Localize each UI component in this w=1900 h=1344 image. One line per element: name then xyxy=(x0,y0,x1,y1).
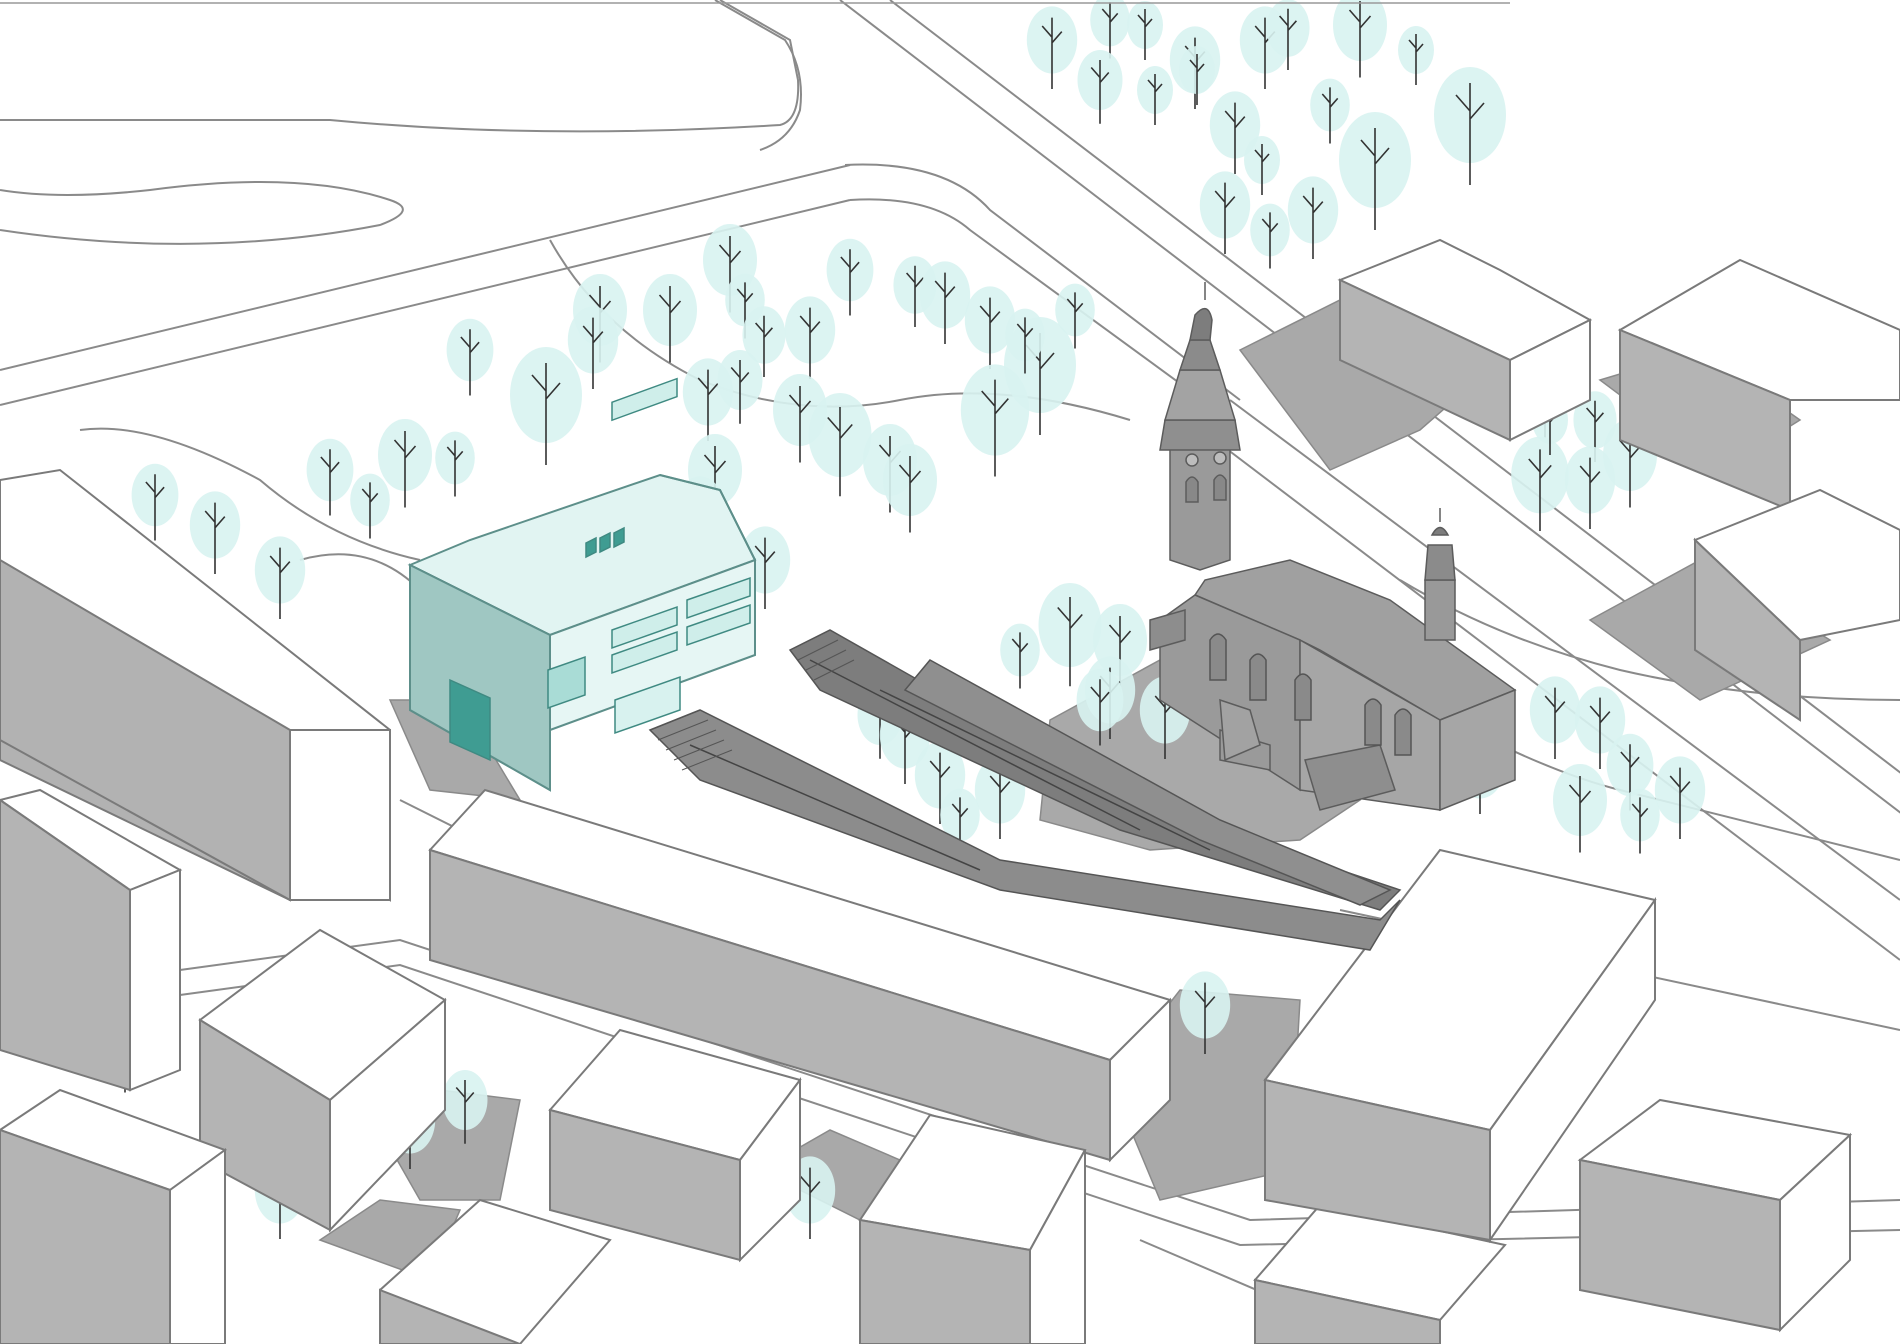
church-main-tower xyxy=(1159,282,1241,571)
tree-icon xyxy=(1287,176,1339,259)
tree-icon xyxy=(1654,756,1706,839)
tree-icon xyxy=(446,318,494,396)
tree-icon xyxy=(306,438,354,516)
block-building-left-3 xyxy=(0,1088,228,1344)
tree-icon xyxy=(1000,623,1040,689)
tree-icon xyxy=(826,238,874,316)
axonometric-site-diagram xyxy=(0,0,1900,1344)
block-building-left-2 xyxy=(198,928,447,1233)
block-building-lower-1 xyxy=(548,1028,802,1263)
tree-icon xyxy=(1553,764,1607,853)
block-building-lower-2 xyxy=(858,1113,1087,1344)
tree-icon xyxy=(1333,0,1387,78)
tree-icon xyxy=(510,347,582,465)
tree-icon xyxy=(1127,1,1163,60)
tree-icon xyxy=(808,393,872,497)
tree-icon xyxy=(1310,78,1350,144)
tree-icon xyxy=(883,444,937,533)
tree-icon xyxy=(784,296,836,379)
tree-icon xyxy=(1137,66,1173,125)
tree-icon xyxy=(1090,0,1130,59)
tree-icon xyxy=(1179,46,1215,105)
tree-icon xyxy=(1564,446,1616,529)
block-building-right-lower xyxy=(1577,1098,1853,1333)
tree-icon xyxy=(960,364,1030,477)
church-rear-tower xyxy=(1424,508,1456,641)
tree-icon xyxy=(435,431,475,497)
tree-icon xyxy=(919,261,971,344)
tree-icon xyxy=(1398,26,1434,85)
tree-icon xyxy=(1026,6,1078,89)
tree-icon xyxy=(1434,67,1506,185)
tree-icon xyxy=(1529,676,1581,759)
tree-icon xyxy=(131,463,179,541)
tree-icon xyxy=(189,491,241,574)
tree-icon xyxy=(254,536,306,619)
tree-icon xyxy=(1250,203,1290,269)
block-building-top-right-2 xyxy=(1617,258,1900,512)
tree-icon xyxy=(1339,112,1411,230)
block-building-left-1 xyxy=(0,788,183,1092)
tree-icon xyxy=(1244,136,1280,195)
tree-icon xyxy=(1077,50,1123,124)
tree-icon xyxy=(1620,788,1660,854)
tree-icon xyxy=(1511,436,1569,531)
site-drawing xyxy=(0,0,1900,1344)
tree-icon xyxy=(350,473,390,539)
tree-icon xyxy=(643,274,697,363)
